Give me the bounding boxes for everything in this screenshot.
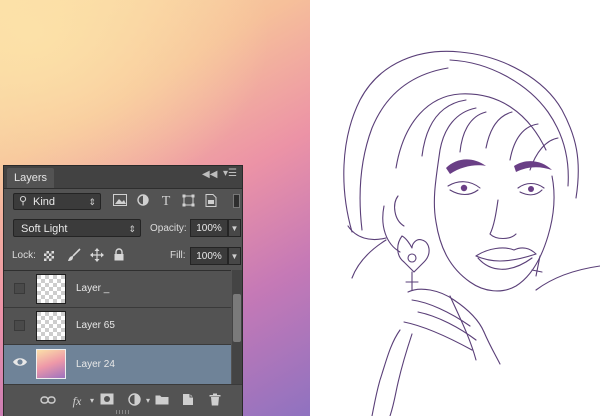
lock-all-icon[interactable] <box>111 248 127 264</box>
updown-arrow-icon: ⇕ <box>88 197 96 207</box>
chevron-down-icon[interactable]: ▼ <box>228 247 241 265</box>
portrait-sketch <box>343 50 600 416</box>
search-icon: ⚲ <box>19 195 28 207</box>
filter-toggle-switch[interactable] <box>233 194 240 208</box>
layer-row[interactable]: Layer 65 <box>4 308 231 345</box>
image-filter-icon[interactable] <box>112 194 128 210</box>
layer-thumbnail <box>36 311 66 341</box>
layer-row[interactable]: Layer _ <box>4 271 231 308</box>
layer-list: Layer _ Layer 65 Layer 24 <box>4 270 231 385</box>
blend-mode-select[interactable]: Soft Light ⇕ <box>13 219 141 237</box>
type-filter-icon[interactable]: T <box>158 194 174 210</box>
tab-layers[interactable]: Layers <box>7 168 55 188</box>
fill-label: Fill: <box>170 250 186 261</box>
opacity-label: Opacity: <box>150 223 187 234</box>
smart-object-filter-icon[interactable] <box>203 194 219 210</box>
lock-label: Lock: <box>12 250 36 261</box>
resize-grip[interactable] <box>116 410 130 414</box>
layer-name: Layer _ <box>76 283 110 294</box>
shape-filter-icon[interactable] <box>180 194 196 210</box>
chevron-down-icon[interactable]: ▼ <box>228 219 241 237</box>
layer-list-scrollbar[interactable] <box>232 270 242 384</box>
layers-panel: Layers ◀◀ ▾☰ ⚲ Kind ⇕ T Soft Light ⇕ Opa… <box>3 165 243 416</box>
panel-bottom-bar: fx ▾ ▾ <box>4 384 242 416</box>
lock-move-icon[interactable] <box>89 248 105 264</box>
eye-icon[interactable] <box>12 355 28 369</box>
layer-name: Layer 65 <box>76 320 115 331</box>
mask-icon[interactable] <box>99 393 115 409</box>
fx-icon[interactable]: fx <box>69 393 85 409</box>
blend-row: Soft Light ⇕ Opacity: 100% ▼ <box>4 216 242 240</box>
folder-icon[interactable] <box>154 393 170 409</box>
layer-thumbnail <box>36 274 66 304</box>
updown-arrow-icon: ⇕ <box>128 224 136 234</box>
layer-thumbnail <box>36 349 66 379</box>
lock-row: Lock: Fill: 100% ▼ <box>4 245 242 267</box>
panel-menu-icon[interactable]: ▾☰ <box>223 168 237 179</box>
layer-row-selected[interactable]: Layer 24 <box>4 345 231 385</box>
trash-icon[interactable] <box>207 393 223 409</box>
adjustment-filter-icon[interactable] <box>135 194 151 210</box>
filter-kind-select[interactable]: ⚲ Kind ⇕ <box>13 193 101 210</box>
filter-kind-label: Kind <box>33 196 56 208</box>
filter-row: ⚲ Kind ⇕ T <box>4 190 242 212</box>
panel-header: Layers ◀◀ ▾☰ <box>4 166 242 189</box>
blend-mode-value: Soft Light <box>21 223 68 235</box>
link-icon[interactable] <box>40 393 56 409</box>
visibility-toggle[interactable] <box>14 283 25 294</box>
new-layer-icon[interactable] <box>180 393 196 409</box>
opacity-input[interactable]: 100% <box>190 219 228 237</box>
layer-name: Layer 24 <box>76 359 115 370</box>
lock-brush-icon[interactable] <box>66 248 82 264</box>
visibility-toggle[interactable] <box>14 320 25 331</box>
double-chevron-left-icon[interactable]: ◀◀ <box>202 169 217 180</box>
fill-input[interactable]: 100% <box>190 247 228 265</box>
scrollbar-thumb[interactable] <box>233 294 241 342</box>
chevron-down-icon[interactable]: ▾ <box>84 393 100 409</box>
lock-transparent-icon[interactable] <box>44 251 54 261</box>
